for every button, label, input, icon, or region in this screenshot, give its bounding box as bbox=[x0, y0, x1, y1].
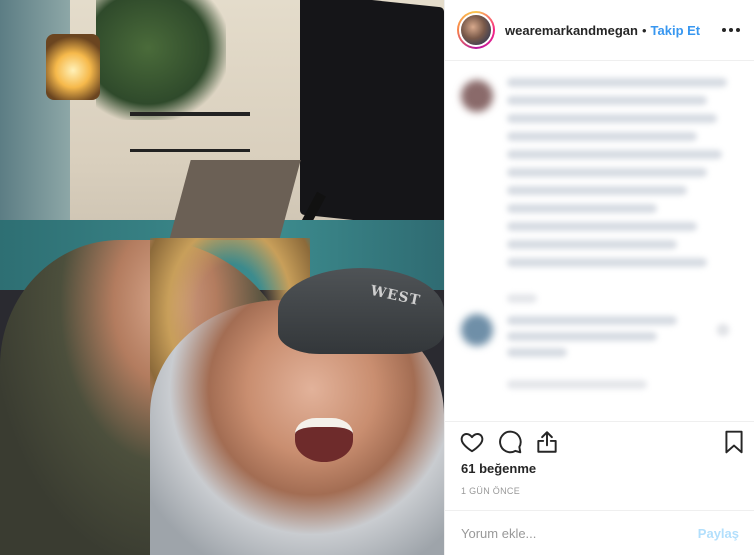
caption-line bbox=[507, 186, 687, 195]
post-timestamp[interactable]: 1 GÜN ÖNCE bbox=[461, 486, 520, 496]
post-side-panel: wearemarkandmegan • Takip Et 61 beğenme … bbox=[444, 0, 754, 555]
comment-input[interactable] bbox=[461, 525, 698, 541]
caption-line bbox=[507, 150, 722, 159]
post-photo[interactable]: WEST bbox=[0, 0, 444, 555]
caption-line bbox=[507, 294, 537, 303]
photo-cap bbox=[278, 268, 444, 354]
caption-line bbox=[507, 114, 717, 123]
add-comment-bar: Paylaş bbox=[445, 510, 754, 555]
username-link[interactable]: wearemarkandmegan bbox=[505, 23, 638, 38]
caption-line bbox=[507, 132, 697, 141]
avatar[interactable] bbox=[459, 13, 493, 47]
photo-chairs bbox=[130, 112, 250, 152]
caption-avatar bbox=[461, 80, 493, 112]
caption-line bbox=[507, 258, 707, 267]
post-comment-button[interactable]: Paylaş bbox=[698, 526, 739, 541]
comment-line bbox=[507, 332, 657, 341]
actions-divider bbox=[445, 421, 754, 422]
photo-lantern bbox=[46, 34, 100, 100]
caption-line bbox=[507, 96, 707, 105]
avatar-story-ring[interactable] bbox=[457, 11, 495, 49]
share-icon[interactable] bbox=[534, 429, 560, 455]
caption-line bbox=[507, 240, 677, 249]
bookmark-icon[interactable] bbox=[721, 429, 747, 455]
comment-line bbox=[507, 316, 677, 325]
caption-line bbox=[507, 168, 707, 177]
separator-dot: • bbox=[641, 22, 647, 38]
photo-mouth bbox=[295, 418, 353, 462]
comment-line bbox=[507, 380, 647, 389]
photo-plant bbox=[96, 0, 226, 120]
caption-line bbox=[507, 78, 727, 87]
speech-bubble-icon[interactable] bbox=[497, 429, 523, 455]
comments-list bbox=[445, 62, 754, 422]
photo-table bbox=[169, 160, 301, 240]
more-dot bbox=[729, 28, 733, 32]
caption-line bbox=[507, 222, 697, 231]
heart-icon[interactable] bbox=[459, 429, 485, 455]
caption-line bbox=[507, 204, 657, 213]
more-dot bbox=[722, 28, 726, 32]
comment-like-icon bbox=[717, 324, 729, 336]
more-options-icon[interactable] bbox=[719, 19, 743, 41]
comment-avatar bbox=[461, 314, 493, 346]
post-header: wearemarkandmegan • Takip Et bbox=[445, 0, 754, 61]
more-dot bbox=[736, 28, 740, 32]
comment-line bbox=[507, 348, 567, 357]
post-actions bbox=[445, 426, 754, 460]
follow-button[interactable]: Takip Et bbox=[651, 23, 701, 38]
likes-count[interactable]: 61 beğenme bbox=[461, 461, 536, 476]
